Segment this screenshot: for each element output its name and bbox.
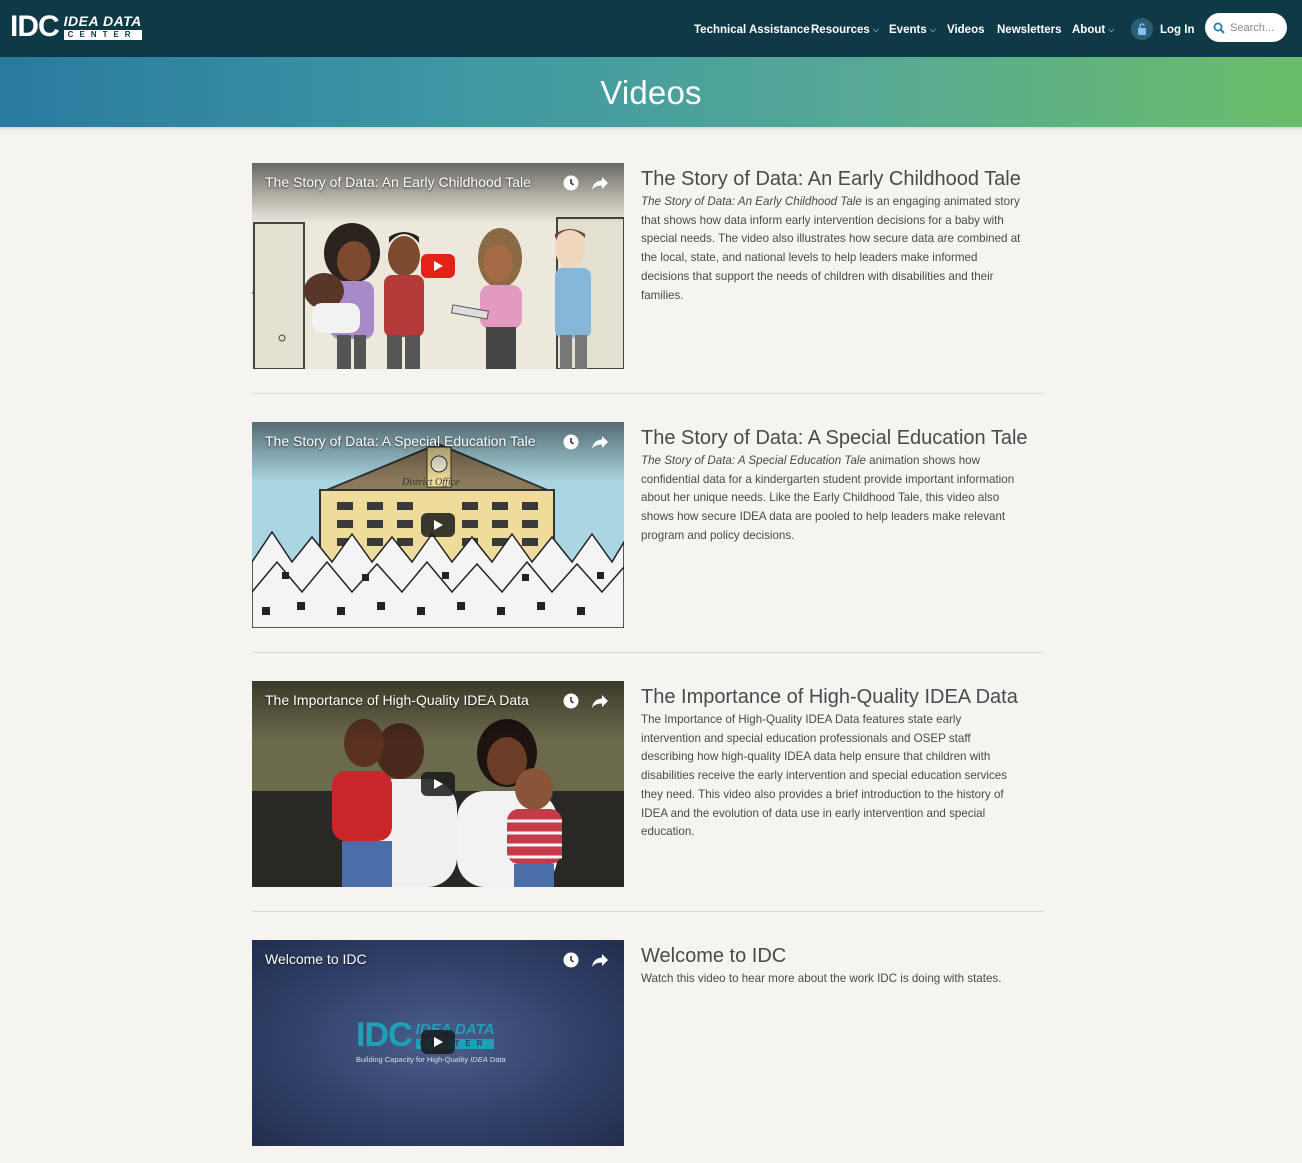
video-description: The Importance of High-Quality IDEA Data…: [641, 711, 1021, 842]
nav-label: Events: [889, 24, 927, 36]
nav-videos[interactable]: Videos: [947, 22, 985, 38]
video-heading[interactable]: The Story of Data: A Special Education T…: [641, 427, 1028, 450]
nav-label: Resources: [811, 24, 870, 36]
video-description: The Story of Data: A Special Education T…: [641, 452, 1021, 546]
tagline-idea: IDEA: [470, 1055, 488, 1064]
inner-logo-mark: IDC: [356, 1016, 413, 1054]
logo-mark: IDC: [10, 10, 60, 43]
clock-icon[interactable]: [562, 174, 580, 192]
video-overlay-title[interactable]: The Importance of High-Quality IDEA Data: [265, 692, 529, 708]
logo-wordmark: IDEA DATA CENTER: [63, 13, 142, 40]
divider: [252, 393, 1044, 394]
lock-icon[interactable]: [1131, 18, 1153, 40]
overlay-gradient: [252, 681, 624, 741]
nav-label: About: [1072, 24, 1106, 36]
description-text: Watch this video to hear more about the …: [641, 972, 1002, 985]
video-player-early-childhood[interactable]: The Story of Data: An Early Childhood Ta…: [252, 163, 624, 369]
logo-bottom-text: CENTER: [63, 30, 142, 40]
share-icon[interactable]: [591, 174, 609, 192]
clock-icon[interactable]: [562, 951, 580, 969]
description-italic-title: The Story of Data: A Special Education T…: [641, 454, 866, 467]
video-description: Watch this video to hear more about the …: [641, 970, 1021, 989]
search-icon: [1213, 22, 1225, 34]
description-text: The Importance of High-Quality IDEA Data…: [641, 713, 1008, 839]
clock-icon[interactable]: [562, 692, 580, 710]
overlay-gradient: [252, 163, 624, 223]
share-icon[interactable]: [591, 951, 609, 969]
video-player-welcome[interactable]: Welcome to IDC IDC IDEA DATA CENTER Buil…: [252, 940, 624, 1146]
video-heading[interactable]: The Importance of High-Quality IDEA Data: [641, 686, 1018, 709]
nav-events[interactable]: Events ⌵: [889, 22, 936, 38]
login-label: Log In: [1160, 24, 1195, 36]
chevron-down-icon: ⌵: [1108, 25, 1115, 34]
nav-technical-assistance[interactable]: Technical Assistance: [694, 22, 810, 38]
play-icon: [434, 520, 443, 530]
video-description: The Story of Data: An Early Childhood Ta…: [641, 193, 1021, 305]
video-overlay-title[interactable]: Welcome to IDC: [265, 951, 367, 967]
tagline-text: Building Capacity for High-Quality: [356, 1055, 471, 1064]
inner-tagline: Building Capacity for High-Quality IDEA …: [356, 1055, 506, 1064]
video-heading[interactable]: The Story of Data: An Early Childhood Ta…: [641, 168, 1021, 191]
divider: [252, 911, 1044, 912]
description-text: is an engaging animated story that shows…: [641, 195, 1021, 302]
share-icon[interactable]: [591, 692, 609, 710]
share-icon[interactable]: [591, 433, 609, 451]
play-button[interactable]: [421, 513, 455, 537]
play-button[interactable]: [421, 772, 455, 796]
clock-icon[interactable]: [562, 433, 580, 451]
description-italic-title: The Story of Data: An Early Childhood Ta…: [641, 195, 862, 208]
nav-newsletters[interactable]: Newsletters: [997, 22, 1062, 38]
play-icon: [434, 779, 443, 789]
overlay-gradient: [252, 422, 624, 482]
description-text: animation shows how confidential data fo…: [641, 454, 1015, 542]
play-icon: [434, 261, 443, 271]
divider: [252, 652, 1044, 653]
search-box[interactable]: [1205, 13, 1287, 42]
logo-top-text: IDEA DATA: [63, 13, 142, 29]
play-button[interactable]: [421, 254, 455, 278]
nav-about[interactable]: About ⌵: [1072, 22, 1114, 38]
search-input[interactable]: [1230, 21, 1286, 34]
play-icon: [434, 1037, 443, 1047]
page-title: Videos: [600, 74, 702, 111]
video-heading[interactable]: Welcome to IDC: [641, 945, 786, 968]
video-player-high-quality-data[interactable]: The Importance of High-Quality IDEA Data: [252, 681, 624, 887]
video-player-special-education[interactable]: District Office The Story of Data: A Spe…: [252, 422, 624, 628]
idc-logo[interactable]: IDC IDEA DATA CENTER: [10, 12, 142, 42]
nav-label: Newsletters: [997, 24, 1062, 36]
tagline-text: Data: [487, 1055, 506, 1064]
login-link[interactable]: Log In: [1160, 22, 1195, 38]
chevron-down-icon: ⌵: [872, 25, 879, 34]
nav-resources[interactable]: Resources ⌵: [811, 22, 879, 38]
chevron-down-icon: ⌵: [929, 25, 936, 34]
play-button[interactable]: [421, 1030, 455, 1054]
nav-label: Videos: [947, 24, 985, 36]
video-overlay-title[interactable]: The Story of Data: A Special Education T…: [265, 433, 536, 449]
video-overlay-title[interactable]: The Story of Data: An Early Childhood Ta…: [265, 174, 531, 190]
banner-shadow: [0, 127, 1302, 131]
top-navbar: IDC IDEA DATA CENTER Technical Assistanc…: [0, 0, 1302, 57]
nav-label: Technical Assistance: [694, 24, 810, 36]
